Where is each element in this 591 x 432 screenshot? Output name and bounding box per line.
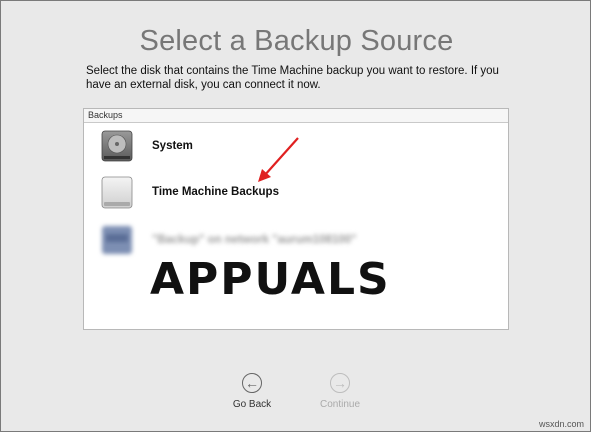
- go-back-button[interactable]: ← Go Back: [222, 373, 282, 410]
- watermark-logo: APPUALS: [150, 254, 391, 305]
- list-item-time-machine-backups[interactable]: Time Machine Backups: [100, 172, 279, 212]
- window: Select a Backup Source Select the disk t…: [0, 0, 591, 432]
- list-item-label: "Backup" on network "aurum108100": [152, 234, 357, 246]
- list-item-label: Time Machine Backups: [152, 186, 279, 198]
- list-item-label: System: [152, 140, 193, 152]
- external-disk-icon: [101, 176, 133, 209]
- list-header: Backups: [84, 109, 508, 123]
- page-title: Select a Backup Source: [139, 25, 454, 57]
- continue-label: Continue: [319, 399, 361, 410]
- forward-arrow-icon: →: [330, 373, 350, 393]
- go-back-label: Go Back: [232, 399, 272, 410]
- annotation-arrow: [258, 137, 299, 182]
- page-description: Select the disk that contains the Time M…: [86, 65, 499, 91]
- internal-disk-icon: [101, 130, 133, 162]
- list-item-system[interactable]: System: [100, 126, 193, 166]
- continue-button[interactable]: → Continue: [310, 373, 370, 410]
- source-watermark: wsxdn.com: [538, 419, 584, 429]
- back-arrow-icon: ←: [242, 373, 262, 393]
- backup-source-list: Backups System Time Machine Backups "Bac…: [83, 108, 509, 330]
- network-volume-icon: [102, 226, 132, 254]
